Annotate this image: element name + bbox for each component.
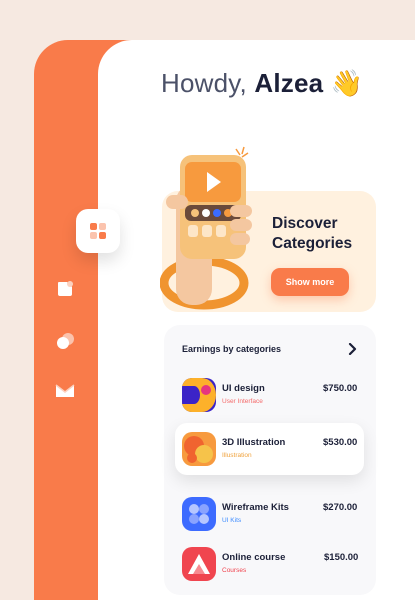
show-more-button[interactable]: Show more — [271, 268, 349, 296]
nav-document-button[interactable] — [54, 278, 76, 300]
item-name: UI design — [222, 383, 265, 394]
wave-emoji: 👋 — [330, 68, 364, 98]
item-name: 3D Illustration — [222, 437, 286, 448]
item-sub: Illustration — [222, 452, 252, 459]
circles-icon — [57, 333, 74, 349]
item-amount: $750.00 — [323, 383, 358, 394]
mail-icon — [55, 384, 75, 397]
item-name: Wireframe Kits — [222, 502, 289, 513]
item-sub: UI Kits — [222, 517, 242, 524]
nav-circles-button[interactable] — [54, 330, 76, 352]
grid-icon — [90, 223, 106, 239]
nav-mail-button[interactable] — [54, 380, 76, 402]
item-sub: User Interface — [222, 398, 263, 405]
item-amount: $150.00 — [324, 552, 359, 563]
item-amount: $530.00 — [323, 437, 358, 448]
document-icon — [58, 281, 73, 296]
3d-illustration-icon — [182, 432, 216, 466]
item-name: Online course — [222, 552, 286, 563]
ui-design-icon — [182, 378, 216, 412]
hand-phone-illustration — [160, 146, 252, 310]
chevron-right-icon[interactable] — [347, 343, 357, 355]
discover-title: Discover Categories — [272, 215, 353, 252]
nav-grid-button[interactable] — [76, 209, 120, 253]
greeting-prefix: Howdy, — [161, 68, 247, 98]
online-course-icon — [182, 547, 216, 581]
wireframe-kits-icon — [182, 497, 216, 531]
greeting: Howdy, Alzea 👋 — [161, 68, 363, 99]
item-amount: $270.00 — [323, 502, 358, 513]
greeting-name: Alzea — [254, 68, 324, 98]
item-sub: Courses — [222, 567, 247, 574]
earnings-header: Earnings by categories — [182, 344, 282, 354]
